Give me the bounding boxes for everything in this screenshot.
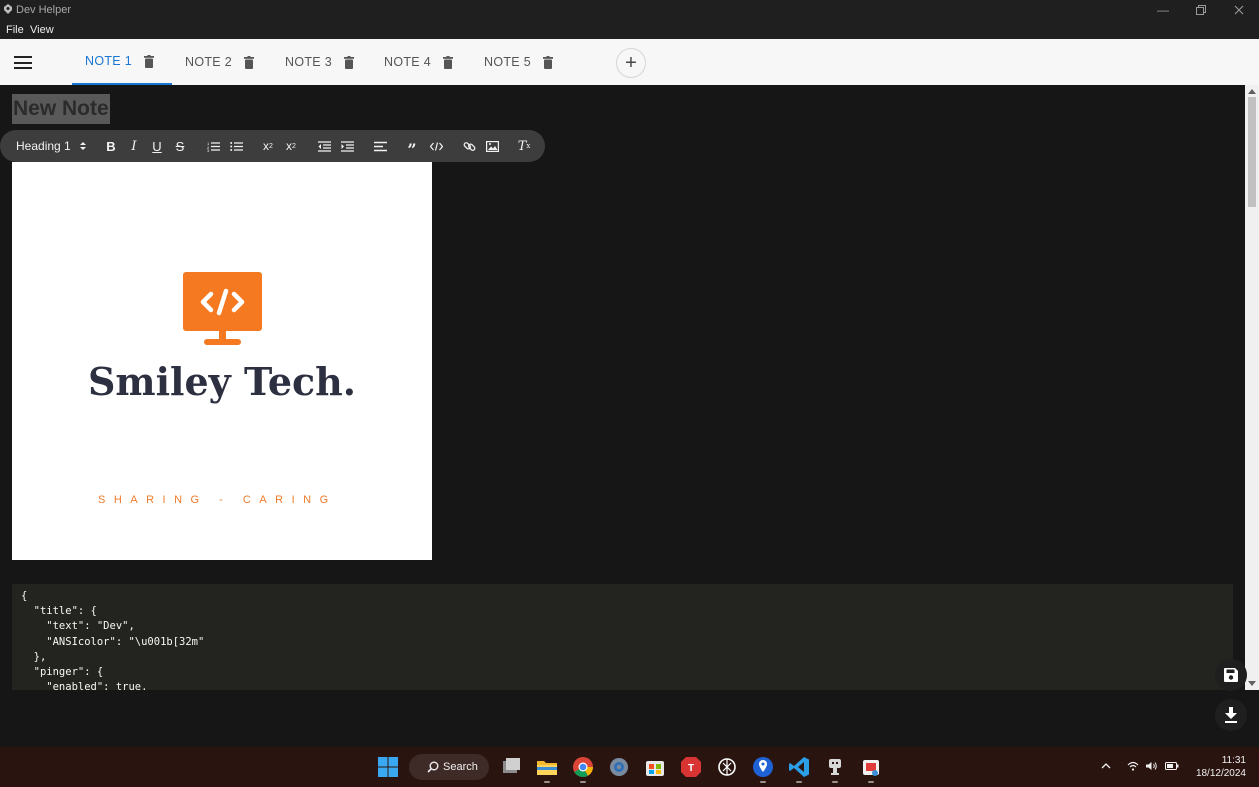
save-button[interactable]: [1215, 659, 1247, 691]
running-indicator: [796, 781, 802, 783]
note-title[interactable]: New Note: [12, 94, 110, 124]
logo-monitor-icon: [183, 272, 262, 345]
superscript-icon[interactable]: x2: [283, 130, 299, 162]
title-bar: Dev Helper —: [0, 0, 1259, 20]
menu-bar: File View: [0, 20, 1259, 39]
vertical-scrollbar[interactable]: [1245, 85, 1259, 690]
bold-icon[interactable]: B: [103, 130, 119, 162]
chevron-up-icon[interactable]: [1101, 762, 1111, 770]
taskbar: Search T 11:31 18/12/2024: [0, 747, 1259, 787]
task-view-icon[interactable]: [499, 755, 523, 779]
heading-select[interactable]: Heading 1: [16, 130, 92, 162]
select-arrows-icon: [79, 142, 86, 150]
dev-helper-app-icon[interactable]: [823, 755, 847, 779]
window-title: Dev Helper: [16, 4, 72, 16]
tab-label: NOTE 4: [384, 55, 431, 69]
chatgpt-icon[interactable]: [715, 755, 739, 779]
code-block-icon[interactable]: [428, 130, 444, 162]
running-indicator: [544, 781, 550, 783]
vscode-icon[interactable]: [787, 755, 811, 779]
running-indicator: [868, 781, 874, 783]
search-icon: [427, 761, 439, 773]
underline-icon[interactable]: U: [149, 130, 165, 162]
tab-label: NOTE 2: [185, 55, 232, 69]
link-icon[interactable]: [461, 130, 477, 162]
wifi-icon[interactable]: [1127, 761, 1139, 771]
restore-button[interactable]: [1182, 0, 1220, 20]
download-icon: [1225, 707, 1237, 723]
tab-note-3[interactable]: NOTE 3: [285, 39, 354, 85]
ordered-list-icon[interactable]: 123: [205, 130, 221, 162]
scroll-down-arrow-icon[interactable]: [1248, 681, 1256, 686]
logo-tagline: SHARING - CARING: [98, 494, 337, 506]
outdent-icon[interactable]: [316, 130, 332, 162]
file-explorer-icon[interactable]: [535, 755, 559, 779]
blockquote-icon[interactable]: ”: [404, 130, 420, 162]
note-image[interactable]: Smiley Tech. SHARING - CARING: [12, 162, 432, 560]
chrome-icon[interactable]: [571, 755, 595, 779]
delete-tab-icon[interactable]: [243, 55, 254, 69]
windows-start-icon[interactable]: [376, 755, 400, 779]
close-icon: [1234, 5, 1244, 15]
code-block[interactable]: { "title": { "text": "Dev", "ANSIcolor":…: [12, 584, 1233, 690]
delete-tab-icon[interactable]: [442, 55, 453, 69]
tab-note-5[interactable]: NOTE 5: [484, 39, 553, 85]
store-icon[interactable]: [643, 755, 667, 779]
menu-view[interactable]: View: [30, 24, 54, 36]
delete-tab-icon[interactable]: [542, 55, 553, 69]
close-button[interactable]: [1220, 0, 1258, 20]
snipping-tool-icon[interactable]: [859, 755, 883, 779]
format-toolbar: Heading 1 B I U S 123 x2 x2 ” T x: [0, 130, 545, 162]
running-indicator: [580, 781, 586, 783]
delete-tab-icon[interactable]: [343, 55, 354, 69]
editor-area[interactable]: New Note Heading 1 B I U S 123 x2 x2 ” T…: [0, 85, 1259, 747]
image-icon[interactable]: [484, 130, 500, 162]
svg-text:T: T: [688, 763, 694, 774]
code-content: { "title": { "text": "Dev", "ANSIcolor":…: [21, 590, 205, 690]
menu-file[interactable]: File: [6, 24, 24, 36]
tab-label: NOTE 3: [285, 55, 332, 69]
italic-icon[interactable]: I: [126, 130, 142, 162]
settings-gear-icon[interactable]: [607, 755, 631, 779]
minimize-button[interactable]: —: [1144, 0, 1182, 20]
tab-label: NOTE 5: [484, 55, 531, 69]
save-icon: [1224, 668, 1238, 682]
tab-label: NOTE 1: [85, 54, 132, 68]
clean-format-icon[interactable]: Tx: [516, 130, 532, 162]
maps-pin-icon[interactable]: [751, 755, 775, 779]
scrollbar-thumb[interactable]: [1248, 97, 1256, 207]
strike-icon[interactable]: S: [172, 130, 188, 162]
subscript-icon[interactable]: x2: [260, 130, 276, 162]
clock-date[interactable]: 18/12/2024: [1192, 768, 1246, 779]
svg-text:3: 3: [207, 148, 210, 152]
indent-icon[interactable]: [339, 130, 355, 162]
heading-select-value: Heading 1: [16, 139, 71, 153]
tab-note-1[interactable]: NOTE 1: [72, 39, 172, 85]
tab-note-4[interactable]: NOTE 4: [384, 39, 453, 85]
volume-icon[interactable]: [1145, 761, 1158, 771]
search-label: Search: [443, 761, 478, 773]
battery-icon[interactable]: [1165, 762, 1179, 770]
add-tab-button[interactable]: +: [616, 48, 646, 78]
running-indicator: [832, 781, 838, 783]
clock-time[interactable]: 11:31: [1192, 755, 1246, 766]
download-button[interactable]: [1215, 699, 1247, 731]
restore-icon: [1196, 5, 1206, 15]
hamburger-menu-icon[interactable]: [14, 56, 32, 69]
delete-tab-icon[interactable]: [143, 54, 154, 68]
tutor-app-icon[interactable]: T: [679, 755, 703, 779]
scroll-up-arrow-icon[interactable]: [1248, 89, 1256, 94]
plus-icon: +: [625, 52, 637, 74]
app-icon: [4, 4, 12, 14]
running-indicator: [760, 781, 766, 783]
align-icon[interactable]: [372, 130, 388, 162]
taskbar-search[interactable]: Search: [409, 754, 489, 780]
bullet-list-icon[interactable]: [228, 130, 244, 162]
logo-brand-name: Smiley Tech.: [87, 359, 357, 404]
tab-note-2[interactable]: NOTE 2: [185, 39, 254, 85]
